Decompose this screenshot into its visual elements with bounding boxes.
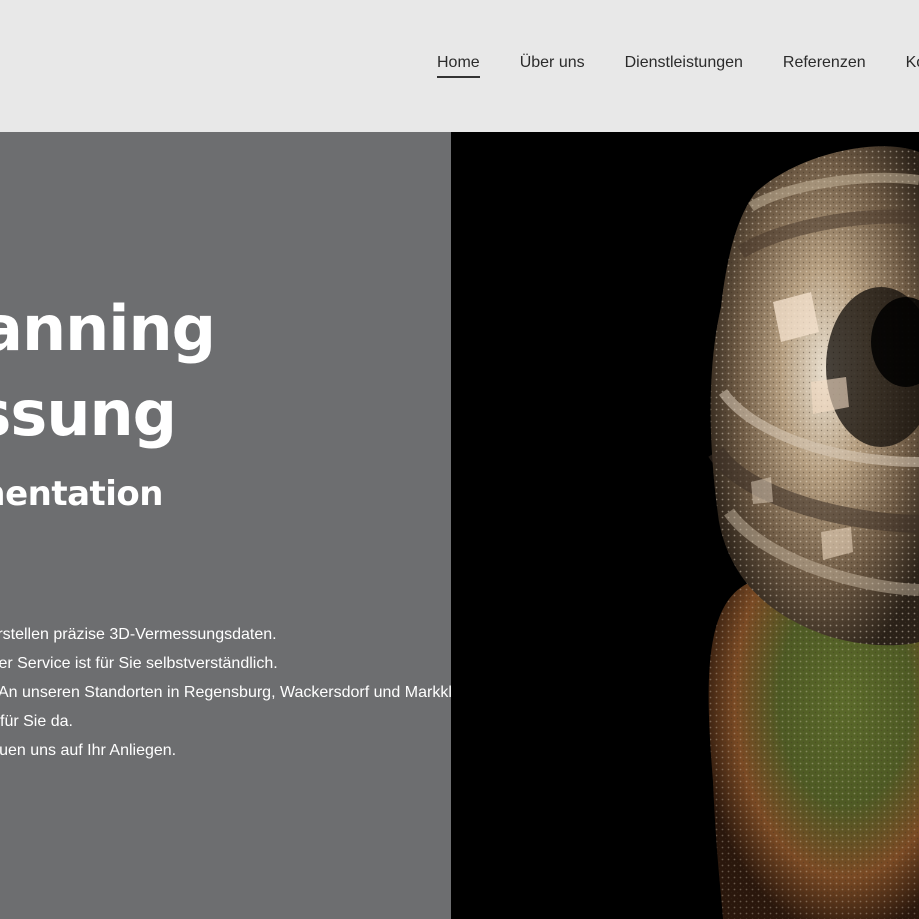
nav-item-dienstleistungen[interactable]: Dienstleistungen bbox=[625, 52, 743, 78]
hero-text-panel: 3D-Laserscanning Vermessung und Dokument… bbox=[0, 132, 451, 919]
nav-item-referenzen[interactable]: Referenzen bbox=[783, 52, 866, 78]
hero-image bbox=[451, 132, 919, 919]
site-header: Home Über uns Dienstleistungen Referenze… bbox=[0, 0, 919, 132]
point-cloud-image bbox=[708, 146, 919, 919]
page: Home Über uns Dienstleistungen Referenze… bbox=[0, 0, 919, 919]
hero-description-line: für Sie da. bbox=[0, 713, 73, 730]
hero-description: Wir erstellen präzise 3D-Vermessungsdate… bbox=[0, 620, 451, 765]
nav-item-home[interactable]: Home bbox=[437, 52, 480, 78]
hero-description-line: Unser Service ist für Sie selbstverständ… bbox=[0, 655, 278, 672]
hero-subtitle: und Dokumentation bbox=[0, 474, 163, 514]
hero-title-line-2: Vermessung bbox=[0, 377, 177, 450]
hero-description-line: An unseren Standorten in Regensburg, Wac… bbox=[0, 684, 451, 701]
nav-item-ueber-uns[interactable]: Über uns bbox=[520, 52, 585, 78]
hero-title-line-1: 3D-Laserscanning bbox=[0, 292, 216, 365]
hero-description-line: Wir erstellen präzise 3D-Vermessungsdate… bbox=[0, 626, 277, 643]
hero-description-line: Wir freuen uns auf Ihr Anliegen. bbox=[0, 742, 177, 759]
nav-item-kontakt[interactable]: Kontakt bbox=[906, 52, 919, 78]
main-navigation: Home Über uns Dienstleistungen Referenze… bbox=[437, 52, 919, 78]
